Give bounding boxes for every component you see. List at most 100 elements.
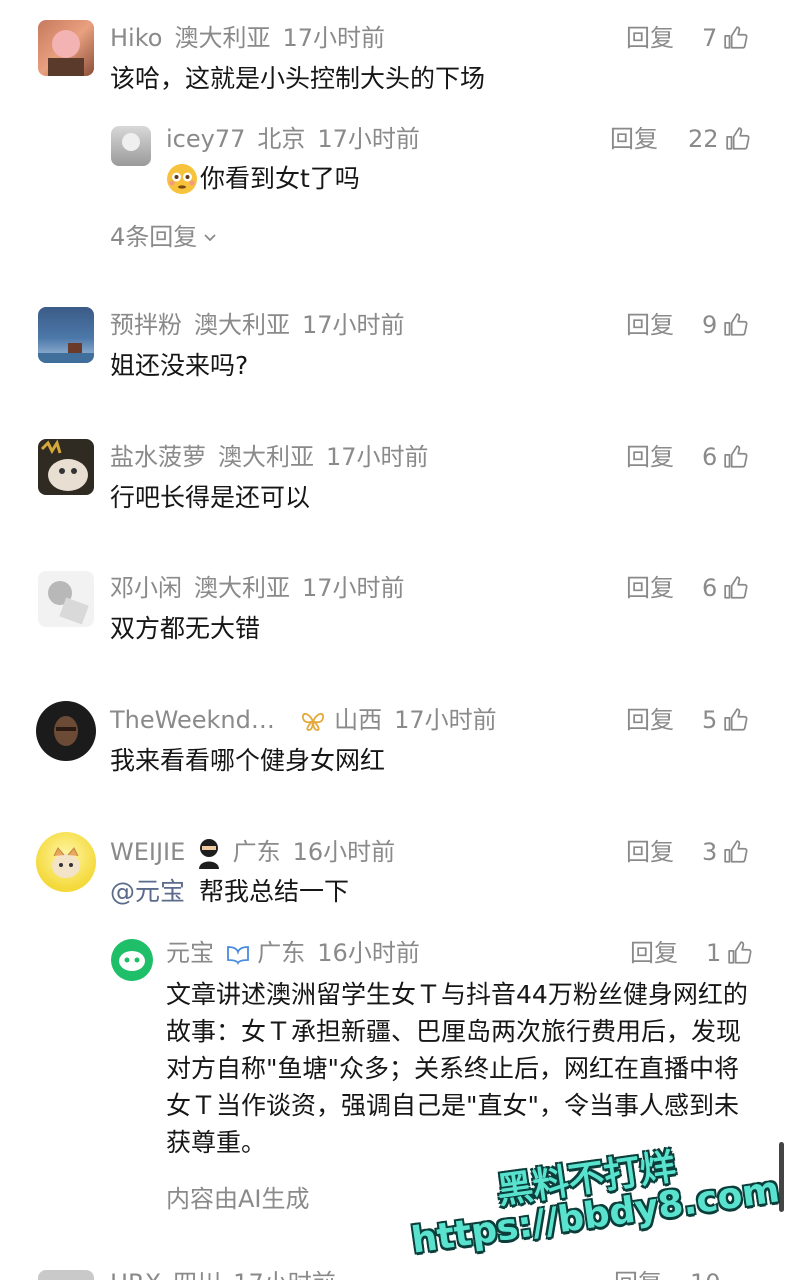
thumb-up-icon: [724, 26, 748, 49]
thumb-up-icon: [724, 313, 748, 336]
like-count: 3: [702, 838, 718, 866]
reply-button[interactable]: 回复: [630, 938, 678, 968]
flushed-emoji-icon: [167, 164, 197, 194]
comment-meta: HRX 四川 17小时前: [110, 1268, 336, 1280]
location: 澳大利亚: [194, 311, 290, 339]
comment-meta: 预拌粉 澳大利亚 17小时前: [110, 310, 405, 340]
like-count: 6: [702, 443, 718, 471]
comment-body: 帮我总结一下: [198, 877, 349, 906]
avatar[interactable]: [38, 20, 94, 76]
like-count: 9: [702, 311, 718, 339]
like-button[interactable]: 6: [702, 573, 749, 603]
comment-text: @元宝 帮我总结一下: [110, 874, 349, 910]
yuanbao-avatar[interactable]: [111, 939, 153, 981]
thumb-up-icon: [724, 445, 748, 468]
reply-meta: icey77 北京 17小时前: [166, 124, 420, 154]
timestamp: 16小时前: [292, 838, 396, 866]
avatar-image: [48, 30, 84, 76]
location: 澳大利亚: [218, 443, 314, 471]
thumb-up-icon: [728, 941, 752, 964]
avatar[interactable]: [38, 307, 94, 363]
avatar-image: [48, 581, 89, 625]
ai-badge-icon: [226, 946, 249, 966]
thumb-up-icon: [724, 840, 748, 863]
location: 广东: [257, 939, 306, 967]
like-button[interactable]: 9: [702, 310, 749, 340]
like-count: 22: [688, 125, 719, 153]
timestamp: 17小时前: [302, 574, 405, 602]
like-button[interactable]: 3: [702, 837, 749, 867]
timestamp: 17小时前: [394, 706, 497, 734]
like-count: 5: [702, 706, 718, 734]
avatar[interactable]: [38, 439, 94, 495]
yuanbao-logo-icon: [119, 951, 145, 971]
comment-text: 该哈，这就是小头控制大头的下场: [110, 64, 486, 93]
avatar[interactable]: [36, 701, 96, 761]
thumb-up-icon: [724, 576, 748, 599]
ai-generated-note: 内容由AI生成: [166, 1185, 310, 1213]
avatar[interactable]: [36, 832, 96, 892]
location: 北京: [257, 125, 306, 153]
avatar[interactable]: [111, 126, 151, 166]
avatar-image: [38, 343, 94, 363]
timestamp: 17小时前: [326, 443, 429, 471]
location: 澳大利亚: [194, 574, 290, 602]
reply-button[interactable]: 回复: [626, 573, 674, 603]
avatar-image: [40, 439, 88, 491]
comment-text: 姐还没来吗?: [110, 351, 249, 380]
like-button[interactable]: 7: [702, 23, 749, 53]
like-button[interactable]: 22: [688, 124, 751, 154]
username[interactable]: HRX: [110, 1269, 161, 1280]
avatar-image: [122, 133, 140, 151]
reply-button[interactable]: 回复: [626, 310, 674, 340]
location: 四川: [173, 1269, 221, 1280]
comment-meta: 邓小闲 澳大利亚 17小时前: [110, 573, 405, 603]
ai-summary-text: 文章讲述澳洲留学生女Ｔ与抖音44万粉丝健身网红的故事：女Ｔ承担新疆、巴厘岛两次旅…: [166, 980, 748, 1157]
comment-meta: 盐水菠萝 澳大利亚 17小时前: [110, 442, 429, 472]
like-count: 6: [702, 574, 718, 602]
thumb-up-icon: [724, 708, 748, 731]
timestamp: 17小时前: [302, 311, 405, 339]
username[interactable]: 元宝: [166, 939, 214, 967]
avatar[interactable]: [38, 571, 94, 627]
avatar[interactable]: [38, 1270, 94, 1280]
expand-replies-label: 4条回复: [110, 223, 198, 251]
like-button[interactable]: 5: [702, 705, 749, 735]
timestamp: 17小时前: [282, 24, 385, 52]
avatar-image: [54, 716, 78, 746]
mention-link[interactable]: @元宝: [110, 877, 185, 906]
reply-text: 你看到女t了吗: [200, 164, 360, 193]
like-button[interactable]: 1: [706, 938, 753, 968]
reply-button[interactable]: 回复: [626, 705, 674, 735]
thumb-up-icon: [725, 127, 750, 150]
comment-text: 我来看看哪个健身女网红: [110, 746, 386, 775]
reply-button[interactable]: 回复: [610, 124, 658, 154]
comment-meta: WEIJIE 广东 16小时前: [110, 837, 395, 869]
reply-button[interactable]: 回复: [626, 442, 674, 472]
avatar-image: [52, 847, 80, 878]
username[interactable]: WEIJIE: [110, 838, 185, 866]
reply-button[interactable]: 回复: [626, 23, 674, 53]
like-count: 1: [706, 939, 722, 967]
reply-button[interactable]: 回复: [614, 1268, 662, 1280]
location: 广东: [232, 838, 281, 866]
like-count: 10: [690, 1268, 721, 1280]
like-button[interactable]: 6: [702, 442, 749, 472]
reply-button[interactable]: 回复: [626, 837, 674, 867]
username[interactable]: Hiko: [110, 24, 162, 52]
like-count: 7: [702, 24, 718, 52]
comment-meta: TheWeeknd… 山西 17小时前: [110, 705, 497, 735]
username[interactable]: 盐水菠萝: [110, 443, 206, 471]
username[interactable]: 预拌粉: [110, 311, 182, 339]
reply-meta: 元宝 广东 16小时前: [166, 938, 420, 968]
location: 澳大利亚: [174, 24, 271, 52]
comment-text: 行吧长得是还可以: [110, 483, 311, 512]
username[interactable]: 邓小闲: [110, 574, 182, 602]
butterfly-badge-icon: [302, 712, 325, 731]
chevron-down-icon: [204, 234, 216, 242]
expand-replies-button[interactable]: 4条回复: [110, 222, 219, 252]
username[interactable]: icey77: [166, 125, 245, 153]
comment-meta: Hiko 澳大利亚 17小时前: [110, 23, 385, 53]
username[interactable]: TheWeeknd…: [110, 706, 275, 734]
location: 山西: [334, 706, 383, 734]
